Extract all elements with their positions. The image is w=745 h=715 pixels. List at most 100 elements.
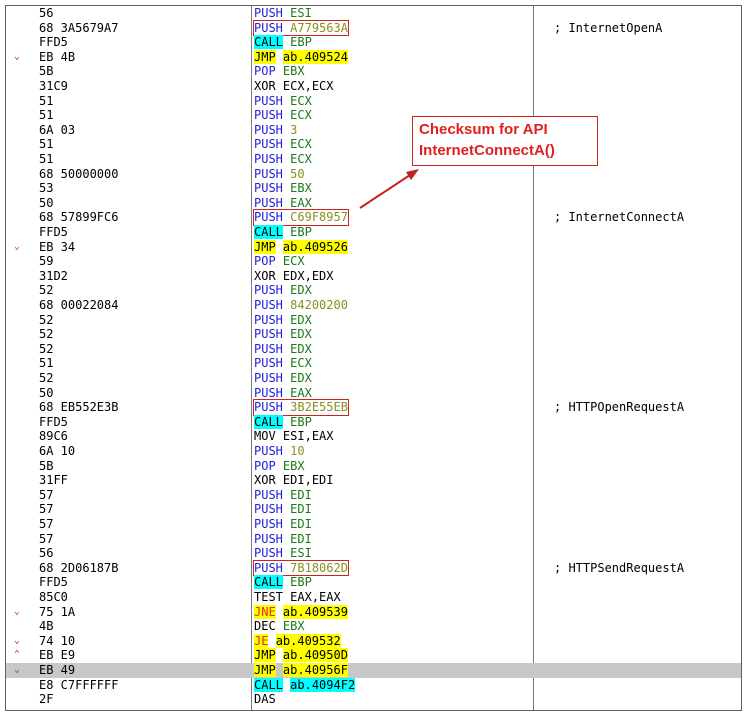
instruction: PUSH EDI bbox=[254, 517, 312, 532]
instruction-row[interactable]: 50 PUSH EAX bbox=[6, 196, 741, 211]
opcode-bytes: EB E9 bbox=[39, 648, 76, 663]
opcode-bytes: 31C9 bbox=[39, 79, 68, 93]
instruction: PUSH ESI bbox=[254, 6, 312, 21]
disassembly-view[interactable]: 56 PUSH ESI 68 3A5679A7 PUSH A779563A ; Inte… bbox=[5, 5, 742, 711]
opcode-bytes: 2F bbox=[39, 692, 54, 707]
instruction-row[interactable]: 31FF XOR EDI,EDI bbox=[6, 473, 741, 488]
instruction-row[interactable]: 52 PUSH EDX bbox=[6, 313, 741, 328]
opcode-bytes: 31FF bbox=[39, 473, 68, 488]
instruction: PUSH EAX bbox=[254, 386, 312, 401]
opcode-bytes: 52 bbox=[39, 312, 54, 327]
instruction-row[interactable]: ⌃ EB E9 JMP ab.40950D bbox=[6, 648, 741, 663]
instruction-row[interactable]: FFD5 CALL EBP bbox=[6, 225, 741, 240]
instruction-row[interactable]: 56 PUSH ESI bbox=[6, 546, 741, 561]
operand: EAX bbox=[290, 195, 312, 210]
instruction: PUSH EDI bbox=[254, 532, 312, 547]
instruction: PUSH EDX bbox=[254, 313, 312, 328]
jump-down-arrow-icon: ⌄ bbox=[13, 664, 21, 675]
operand: C69F8957 bbox=[290, 210, 348, 225]
instruction-row[interactable]: 85C0 TEST EAX,EAX bbox=[6, 590, 741, 605]
opcode-bytes: FFD5 bbox=[39, 35, 68, 50]
mnemonic: PUSH bbox=[254, 6, 283, 20]
api-comment: ; InternetConnectA bbox=[554, 210, 685, 225]
instruction: JNE ab.409539 bbox=[254, 604, 348, 620]
opcode-bytes: 57 bbox=[39, 502, 54, 517]
instruction-row[interactable]: ⌄ 74 10 JE ab.409532 bbox=[6, 633, 741, 649]
instruction-row[interactable]: 50 PUSH EAX bbox=[6, 386, 741, 401]
instruction-row[interactable]: ⌄ EB 49 JMP ab.40956F bbox=[6, 663, 741, 678]
instruction-row[interactable]: 52 PUSH EDX bbox=[6, 283, 741, 298]
opcode-bytes: 75 1A bbox=[39, 604, 76, 619]
mnemonic: CALL bbox=[254, 677, 283, 692]
instruction: CALL EBP bbox=[254, 225, 312, 240]
mnemonic: CALL bbox=[254, 35, 283, 50]
instruction-row[interactable]: 57 PUSH EDI bbox=[6, 532, 741, 547]
instruction-row[interactable]: 57 PUSH EDI bbox=[6, 488, 741, 503]
instruction-row[interactable]: 51 PUSH ECX bbox=[6, 137, 741, 152]
operand: ECX bbox=[290, 93, 312, 108]
mnemonic: JNE bbox=[254, 604, 276, 619]
instruction-row[interactable]: 52 PUSH EDX bbox=[6, 327, 741, 342]
instruction-row[interactable]: 68 57899FC6 PUSH C69F8957 ; InternetConnec… bbox=[6, 209, 741, 226]
mnemonic: PUSH bbox=[254, 546, 283, 561]
instruction-row[interactable]: 89C6 MOV ESI,EAX bbox=[6, 429, 741, 444]
mnemonic: TEST bbox=[254, 590, 283, 604]
opcode-bytes: 57 bbox=[39, 487, 54, 502]
operand: EDI bbox=[290, 517, 312, 531]
operand: EDI bbox=[290, 531, 312, 546]
operand: ab.40956F bbox=[282, 663, 348, 677]
instruction-row[interactable]: 68 50000000 PUSH 50 bbox=[6, 167, 741, 182]
instruction-row[interactable]: 6A 03 PUSH 3 bbox=[6, 123, 741, 138]
instruction: JMP ab.409524 bbox=[254, 49, 348, 65]
mnemonic: PUSH bbox=[254, 195, 283, 210]
instruction: PUSH EDX bbox=[254, 327, 312, 342]
instruction-row[interactable]: 31D2 XOR EDX,EDX bbox=[6, 269, 741, 284]
instruction-row[interactable]: ⌄ EB 34 JMP ab.409526 bbox=[6, 239, 741, 255]
instruction-row[interactable]: 51 PUSH ECX bbox=[6, 356, 741, 371]
instruction-row[interactable]: ⌄ 75 1A JNE ab.409539 bbox=[6, 604, 741, 620]
instruction-row[interactable]: 31C9 XOR ECX,ECX bbox=[6, 79, 741, 94]
instruction: PUSH EDI bbox=[254, 488, 312, 503]
instruction-row[interactable]: 52 PUSH EDX bbox=[6, 342, 741, 357]
instruction-row[interactable]: 57 PUSH EDI bbox=[6, 517, 741, 532]
operand: A779563A bbox=[290, 20, 348, 35]
operand: EDX bbox=[290, 341, 312, 356]
instruction-row[interactable]: 4B DEC EBX bbox=[6, 619, 741, 634]
operand: EAX bbox=[290, 385, 312, 400]
instruction-row[interactable]: ⌄ EB 4B JMP ab.409524 bbox=[6, 49, 741, 65]
instruction-row[interactable]: 51 PUSH ECX bbox=[6, 108, 741, 123]
mnemonic: PUSH bbox=[254, 385, 283, 400]
instruction-row[interactable]: 2F DAS bbox=[6, 692, 741, 707]
operand: EBX bbox=[282, 458, 305, 473]
instruction-row[interactable]: 68 2D06187B PUSH 7B18062D ; HTTPSendReques… bbox=[6, 559, 741, 577]
instruction: CALL EBP bbox=[254, 575, 312, 590]
instruction: JMP ab.40956F bbox=[254, 663, 348, 678]
instruction-row[interactable]: 59 POP ECX bbox=[6, 254, 741, 269]
instruction-row[interactable]: FFD5 CALL EBP bbox=[6, 575, 741, 590]
instruction-row[interactable]: 51 PUSH ECX bbox=[6, 152, 741, 167]
instruction-row[interactable]: 52 PUSH EDX bbox=[6, 371, 741, 386]
instruction-row[interactable]: E8 C7FFFFFF CALL ab.4094F2 bbox=[6, 677, 741, 693]
instruction-row[interactable]: 5B POP EBX bbox=[6, 459, 741, 474]
instruction-row[interactable]: 56 PUSH ESI bbox=[6, 6, 741, 21]
operand: EDX,EDX bbox=[282, 268, 334, 283]
instruction-row[interactable]: 53 PUSH EBX bbox=[6, 181, 741, 196]
mnemonic: PUSH bbox=[254, 400, 283, 415]
opcode-bytes: 68 3A5679A7 bbox=[39, 20, 119, 35]
instruction-row[interactable]: 68 EB552E3B PUSH 3B2E55EB ; HTTPOpenReques… bbox=[6, 399, 741, 416]
instruction-row[interactable]: 57 PUSH EDI bbox=[6, 502, 741, 517]
operand: ECX bbox=[290, 108, 312, 123]
instruction-row[interactable]: FFD5 CALL EBP bbox=[6, 414, 741, 430]
instruction: POP EBX bbox=[254, 64, 305, 79]
instruction-row[interactable]: 51 PUSH ECX bbox=[6, 94, 741, 109]
instruction-row[interactable]: 68 3A5679A7 PUSH A779563A ; InternetOpenA bbox=[6, 19, 741, 37]
instruction-row[interactable]: 5B POP EBX bbox=[6, 64, 741, 79]
opcode-bytes: 5B bbox=[39, 64, 54, 79]
operand: EBX bbox=[282, 64, 305, 79]
instruction-row[interactable]: FFD5 CALL EBP bbox=[6, 35, 741, 50]
operand: EDI bbox=[290, 487, 312, 502]
operand: EBP bbox=[290, 575, 312, 590]
opcode-bytes: 4B bbox=[39, 619, 54, 634]
instruction-row[interactable]: 68 00022084 PUSH 84200200 bbox=[6, 298, 741, 313]
instruction-row[interactable]: 6A 10 PUSH 10 bbox=[6, 444, 741, 459]
